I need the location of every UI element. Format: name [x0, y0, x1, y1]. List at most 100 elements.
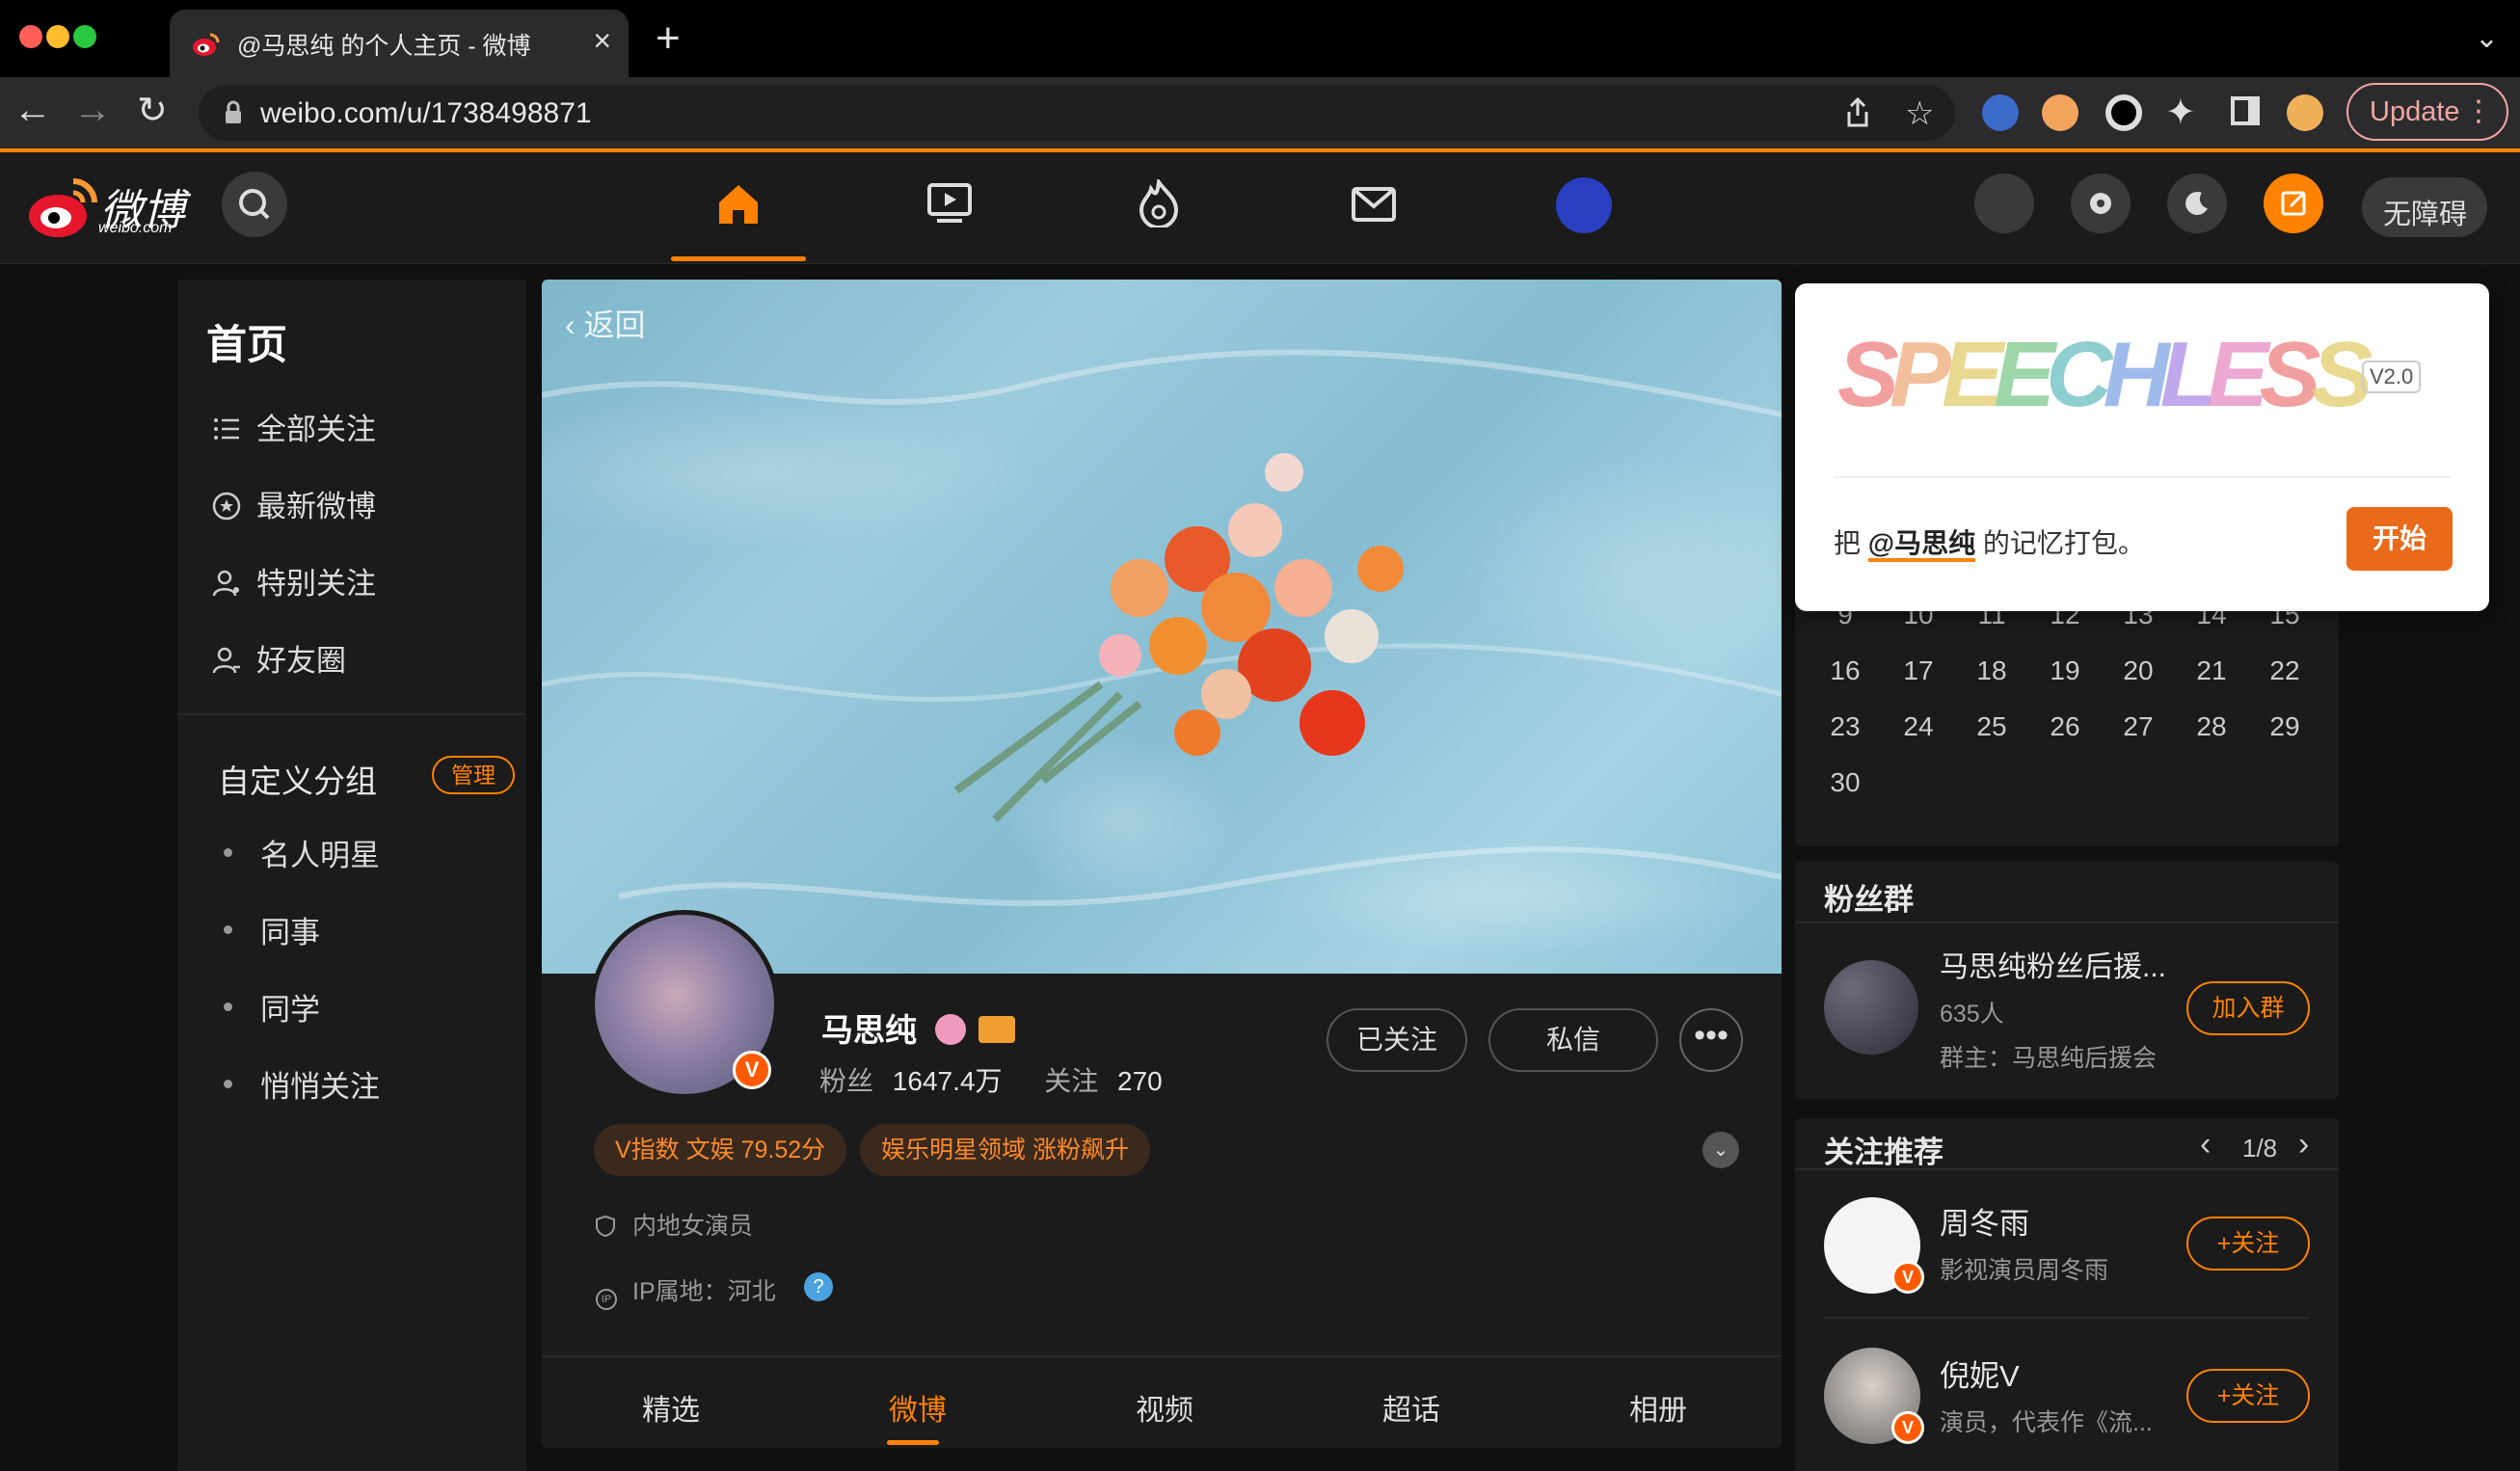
new-tab-button[interactable]: +: [656, 17, 681, 60]
extension-emoji-icon[interactable]: [2042, 94, 2078, 131]
calendar-day[interactable]: 16: [1816, 655, 1874, 686]
crown-badge-icon[interactable]: [979, 1016, 1016, 1043]
next-page-icon[interactable]: ›: [2298, 1126, 2309, 1163]
help-icon[interactable]: ?: [804, 1272, 833, 1301]
calendar-day[interactable]: 29: [2256, 711, 2314, 742]
compose-icon[interactable]: [2264, 174, 2323, 233]
fans-count[interactable]: 1647.4万: [893, 1066, 1003, 1096]
calendar-day[interactable]: 25: [1963, 711, 2021, 742]
extension-globe-icon[interactable]: [1982, 94, 2019, 131]
forward-arrow-icon[interactable]: →: [73, 91, 112, 129]
home-icon[interactable]: [715, 181, 762, 232]
tab-album[interactable]: 相册: [1629, 1386, 1687, 1429]
tab-super-topic[interactable]: 超话: [1382, 1386, 1440, 1429]
calendar-day[interactable]: 21: [2183, 655, 2240, 686]
join-group-button[interactable]: 加入群: [2186, 981, 2310, 1035]
member-badge-icon[interactable]: [935, 1014, 967, 1045]
followed-button[interactable]: 已关注: [1327, 1008, 1467, 1072]
back-arrow-icon[interactable]: ←: [13, 91, 52, 129]
tabs-divider: [542, 1355, 1782, 1357]
prev-page-icon[interactable]: ‹: [2200, 1126, 2211, 1163]
maximize-window-button[interactable]: [73, 25, 96, 48]
calendar-day[interactable]: 27: [2109, 711, 2167, 742]
popup-text-suffix: 的记忆打包。: [1975, 528, 2145, 558]
calendar-day[interactable]: 22: [2256, 655, 2314, 686]
following-count[interactable]: 270: [1117, 1066, 1163, 1096]
fans-group-title: 粉丝群: [1824, 883, 1914, 917]
calendar-day[interactable]: 17: [1890, 655, 1947, 686]
tab-video[interactable]: 视频: [1136, 1386, 1193, 1429]
calendar-day[interactable]: 30: [1816, 767, 1874, 798]
calendar-day[interactable]: 28: [2183, 711, 2240, 742]
ip-icon: IP: [596, 1289, 617, 1310]
left-sidebar: 首页 全部关注 最新微博 特别关注 好友圈 自定义分组 管理 名人明星 同事 同…: [177, 280, 526, 1471]
extension-circle-icon[interactable]: [2105, 94, 2142, 131]
game-icon[interactable]: [1556, 177, 1612, 233]
home-title[interactable]: 首页: [206, 312, 287, 371]
calendar-day[interactable]: 20: [2109, 655, 2167, 686]
address-bar[interactable]: weibo.com/u/1738498871 ☆: [199, 85, 1955, 141]
shield-icon: [596, 1215, 615, 1238]
sidebar-item-special[interactable]: 特别关注: [212, 559, 376, 602]
popup-mention: @马思纯: [1867, 528, 1976, 562]
minimize-window-button[interactable]: [46, 25, 69, 48]
card-divider: [1795, 922, 2339, 923]
fans-group-name[interactable]: 马思纯粉丝后援...: [1940, 943, 2166, 985]
hot-icon[interactable]: [1138, 176, 1180, 232]
manage-groups-button[interactable]: 管理: [432, 756, 515, 794]
share-icon[interactable]: [1843, 96, 1872, 134]
gamepad-icon[interactable]: [1974, 174, 2034, 233]
sidebar-item-friends[interactable]: 好友圈: [212, 636, 346, 680]
sidebar-item-latest[interactable]: 最新微博: [212, 482, 376, 525]
message-icon[interactable]: [1352, 187, 1396, 227]
profile-avatar-icon[interactable]: [2287, 94, 2323, 131]
group-item[interactable]: 同学: [260, 985, 320, 1029]
browser-tab[interactable]: @马思纯 的个人主页 - 微博 ×: [170, 10, 629, 77]
verified-badge-icon: V: [733, 1051, 771, 1089]
more-options-button[interactable]: •••: [1679, 1008, 1743, 1072]
calendar-day[interactable]: 23: [1816, 711, 1874, 742]
video-icon[interactable]: [927, 183, 972, 228]
extensions-puzzle-icon[interactable]: ✦: [2165, 91, 2196, 134]
bookmark-star-icon[interactable]: ☆: [1905, 94, 1934, 133]
reload-icon[interactable]: ↻: [137, 93, 168, 129]
close-window-button[interactable]: [19, 25, 42, 48]
expand-chevron-icon[interactable]: ⌄: [1702, 1132, 1739, 1168]
sidebar-item-all-following[interactable]: 全部关注: [212, 405, 376, 448]
fans-group-avatar[interactable]: [1824, 960, 1918, 1055]
chevron-down-icon[interactable]: ⌄: [2475, 21, 2499, 55]
tab-weibo[interactable]: 微博: [889, 1386, 947, 1429]
flower-bouquet-image: [542, 349, 1782, 906]
side-panel-icon[interactable]: [2231, 96, 2260, 125]
follow-button[interactable]: +关注: [2186, 1217, 2310, 1270]
calendar-day[interactable]: 24: [1890, 711, 1947, 742]
group-item[interactable]: 悄悄关注: [260, 1062, 380, 1106]
tab-featured[interactable]: 精选: [642, 1386, 700, 1429]
settings-icon[interactable]: [2071, 174, 2131, 233]
user-name[interactable]: 倪妮V: [1940, 1351, 2020, 1395]
v-index-tag[interactable]: V指数 文娱 79.52分: [594, 1124, 847, 1176]
calendar-day[interactable]: 18: [1963, 655, 2021, 686]
tab-close-icon[interactable]: ×: [593, 23, 611, 59]
accessibility-button[interactable]: 无障碍: [2362, 177, 2487, 237]
user-name[interactable]: 周冬雨: [1940, 1199, 2029, 1243]
domain-tag[interactable]: 娱乐明星领域 涨粉飙升: [860, 1124, 1150, 1176]
update-button[interactable]: Update ⋮: [2346, 83, 2508, 141]
back-link[interactable]: ‹ 返回: [565, 301, 646, 345]
search-button[interactable]: [222, 172, 287, 237]
user-desc: 演员，代表作《流...: [1940, 1409, 2153, 1436]
dark-mode-icon[interactable]: [2167, 174, 2227, 233]
follow-button[interactable]: +关注: [2186, 1369, 2310, 1423]
calendar-day[interactable]: 26: [2036, 711, 2094, 742]
speechless-popup: SPEECHLESS V2.0 把 @马思纯 的记忆打包。 开始: [1795, 283, 2489, 611]
search-icon: [239, 189, 270, 220]
start-button[interactable]: 开始: [2346, 507, 2453, 571]
private-message-button[interactable]: 私信: [1488, 1008, 1658, 1072]
group-item[interactable]: 名人明星: [260, 831, 380, 874]
user-star-icon: [212, 569, 241, 598]
bullet-dot: [224, 1080, 232, 1088]
role-text: 内地女演员: [632, 1213, 754, 1240]
group-item[interactable]: 同事: [260, 908, 320, 951]
calendar-day[interactable]: 19: [2036, 655, 2094, 686]
weibo-logo-icon[interactable]: [25, 174, 102, 248]
